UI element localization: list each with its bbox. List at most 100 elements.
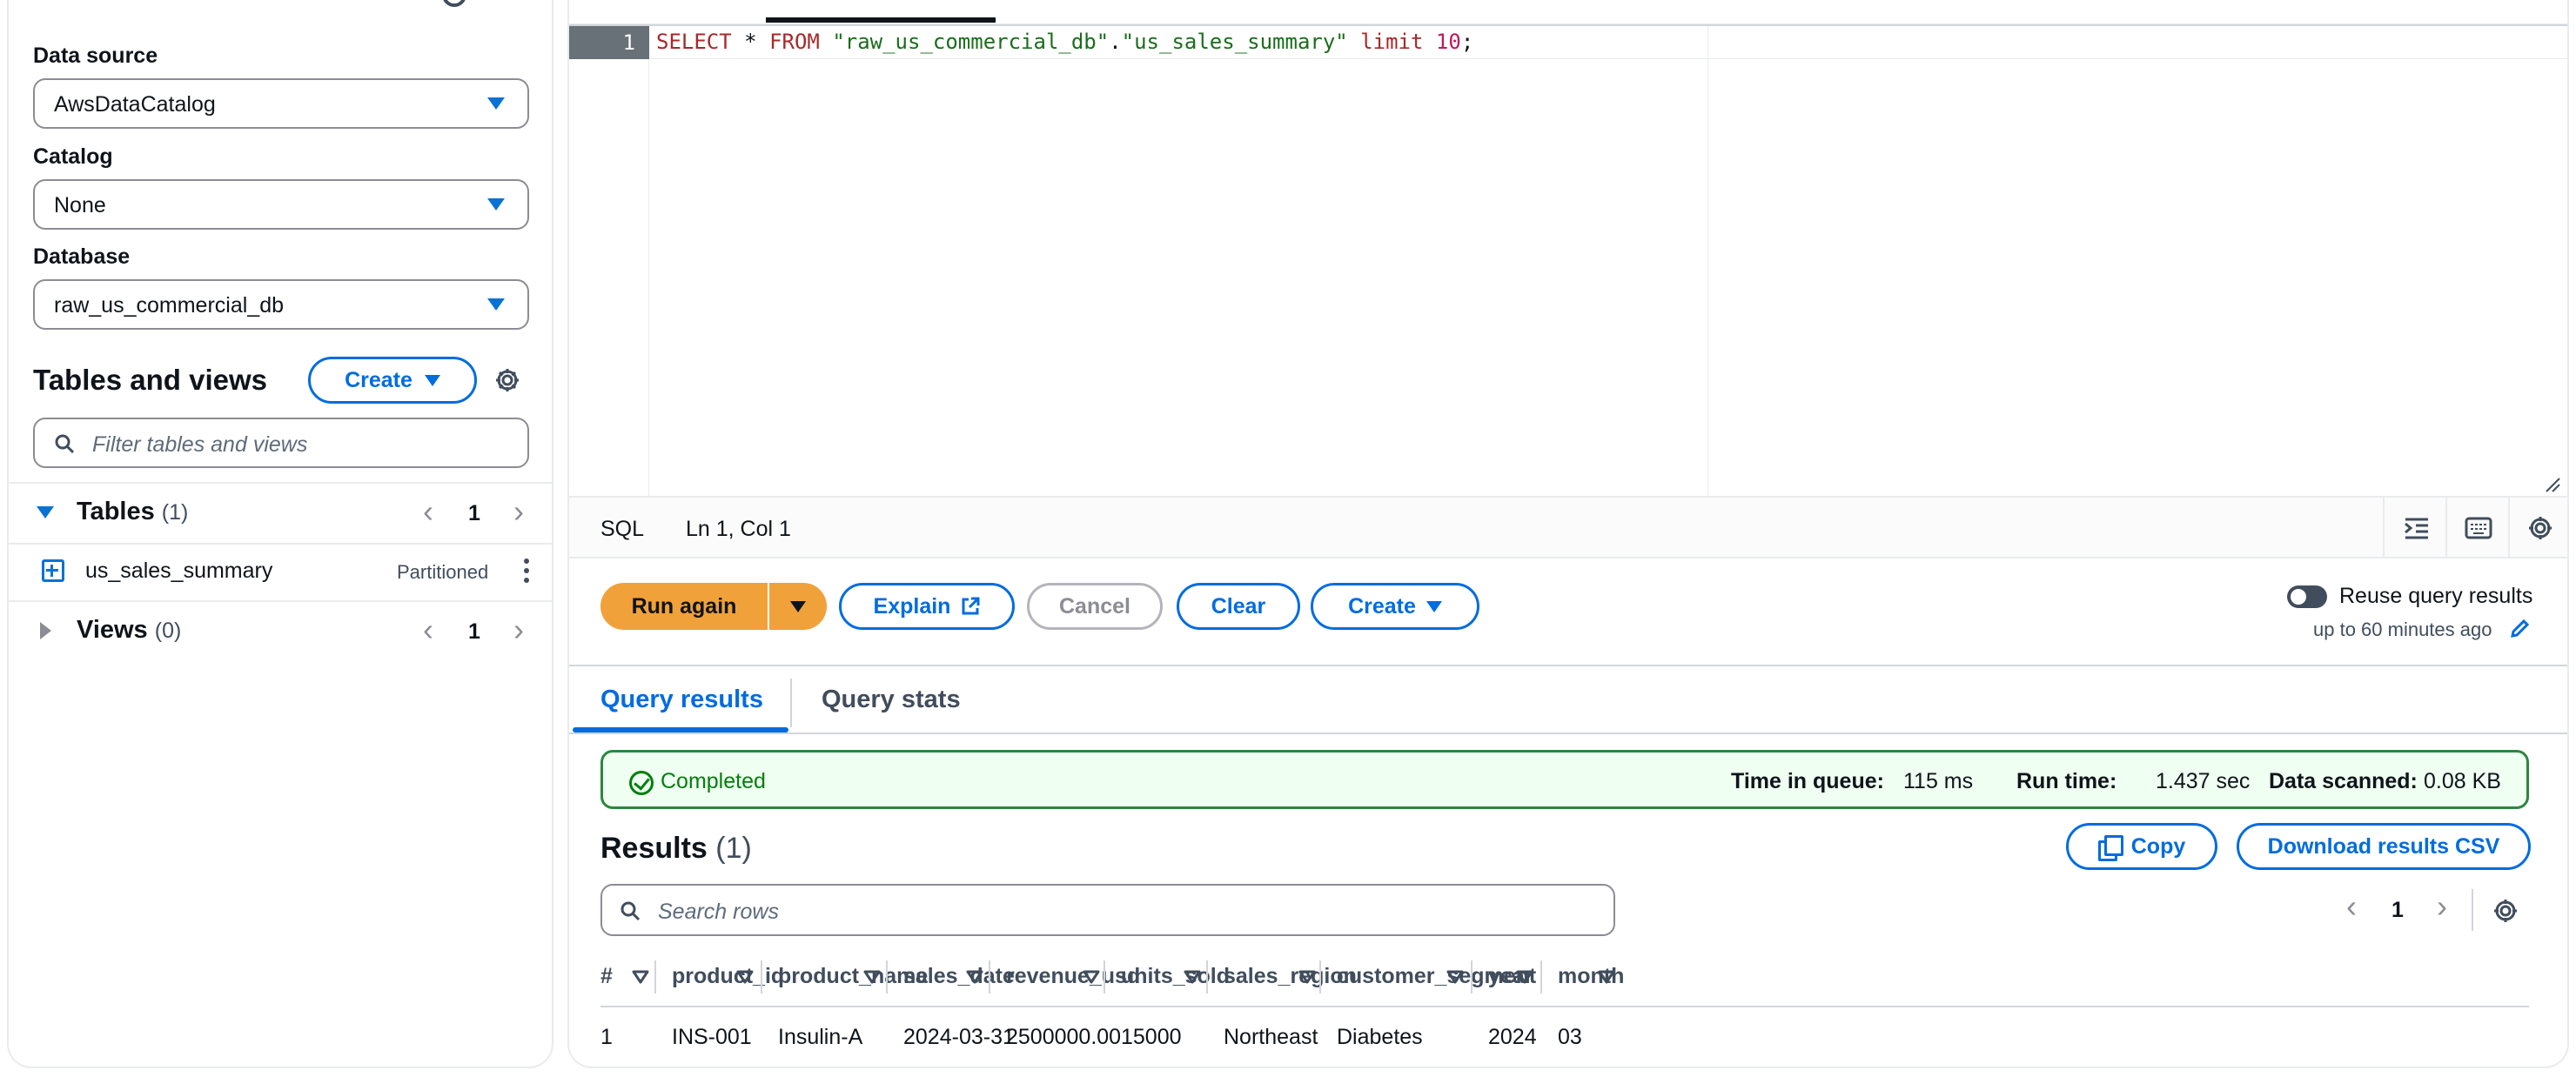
- column-separator[interactable]: [1319, 960, 1321, 993]
- divider: [9, 600, 552, 602]
- explain-button[interactable]: Explain: [839, 583, 1015, 630]
- sort-icon[interactable]: [632, 968, 649, 986]
- catalog-select[interactable]: None: [33, 179, 529, 230]
- column-separator[interactable]: [1104, 960, 1105, 993]
- table-cell: Diabetes: [1337, 1025, 1423, 1049]
- sort-icon[interactable]: [1083, 968, 1100, 986]
- sql-token: "raw_us_commercial_db": [832, 30, 1110, 54]
- keyboard-shortcuts-button[interactable]: [2445, 498, 2508, 557]
- table-cell: 15000: [1121, 1025, 1182, 1049]
- column-separator[interactable]: [1540, 960, 1542, 993]
- sql-query-editor[interactable]: SELECT * FROM "raw_us_commercial_db"."us…: [656, 30, 1473, 54]
- format-query-button[interactable]: [2383, 498, 2445, 557]
- download-results-csv-button[interactable]: Download results CSV: [2237, 823, 2531, 870]
- chevron-left-icon[interactable]: ‹: [2346, 891, 2357, 922]
- search-icon: [621, 901, 641, 921]
- reuse-query-results-label: Reuse query results: [2339, 584, 2533, 608]
- external-link-icon: [962, 597, 980, 615]
- column-header-index[interactable]: #: [600, 964, 613, 989]
- column-separator[interactable]: [1206, 960, 1208, 993]
- sql-token: ;: [1460, 30, 1474, 54]
- expand-table-icon[interactable]: [42, 559, 64, 582]
- database-select[interactable]: raw_us_commercial_db: [33, 279, 529, 330]
- filter-placeholder: Filter tables and views: [92, 432, 308, 457]
- views-section-title[interactable]: Views (0): [77, 616, 181, 645]
- sort-icon[interactable]: [1516, 968, 1533, 986]
- table-cell: 2024-03-31: [903, 1025, 1015, 1049]
- sort-icon[interactable]: [863, 968, 881, 986]
- print-margin: [1707, 26, 1708, 496]
- divider: [790, 679, 792, 727]
- table-settings-gear-icon[interactable]: [2492, 898, 2519, 924]
- sort-icon[interactable]: [1598, 968, 1615, 986]
- sort-icon[interactable]: [736, 968, 754, 986]
- expand-tables-icon[interactable]: [37, 506, 54, 518]
- create-button[interactable]: Create: [1311, 583, 1479, 630]
- catalog-label: Catalog: [33, 144, 113, 169]
- data-source-select[interactable]: AwsDataCatalog: [33, 78, 529, 129]
- column-separator[interactable]: [1471, 960, 1472, 993]
- create-table-button[interactable]: Create: [308, 357, 477, 404]
- views-count: (0): [154, 619, 182, 643]
- column-header-product-id[interactable]: product_id: [672, 964, 784, 989]
- chevron-left-icon[interactable]: ‹: [423, 614, 433, 646]
- edit-pencil-icon[interactable]: [2510, 618, 2531, 639]
- chevron-right-icon[interactable]: ›: [513, 614, 524, 646]
- tab-query-stats[interactable]: Query stats: [822, 686, 961, 714]
- table-cell: Insulin-A: [778, 1025, 863, 1049]
- tables-and-views-heading: Tables and views: [33, 364, 267, 396]
- run-again-button[interactable]: Run again: [600, 583, 768, 630]
- catalog-value: None: [54, 193, 106, 217]
- editor-settings-button[interactable]: [2508, 498, 2567, 557]
- status-cursor-position: Ln 1, Col 1: [686, 517, 791, 541]
- clear-label: Clear: [1211, 593, 1266, 619]
- expand-views-icon[interactable]: [40, 622, 51, 639]
- sort-icon[interactable]: [1184, 968, 1201, 986]
- chevron-left-icon[interactable]: ‹: [423, 496, 433, 527]
- column-separator[interactable]: [654, 960, 656, 993]
- tab-query-results[interactable]: Query results: [600, 686, 763, 714]
- column-separator[interactable]: [989, 960, 990, 993]
- views-title: Views: [77, 616, 148, 644]
- caret-down-icon: [424, 374, 440, 386]
- line-gutter: [569, 26, 649, 496]
- filter-tables-input[interactable]: Filter tables and views: [33, 418, 529, 468]
- table-item-us-sales-summary[interactable]: us_sales_summary: [85, 559, 272, 584]
- chevron-right-icon[interactable]: ›: [513, 496, 524, 527]
- tables-count: (1): [161, 500, 189, 525]
- column-separator[interactable]: [886, 960, 888, 993]
- clear-button[interactable]: Clear: [1177, 583, 1300, 630]
- views-page-number: 1: [468, 619, 480, 644]
- column-header-sales-date[interactable]: sales_date: [903, 964, 1015, 989]
- gear-icon[interactable]: [442, 0, 466, 7]
- run-options-dropdown[interactable]: [768, 583, 827, 630]
- divider: [9, 482, 552, 484]
- resize-handle-icon[interactable]: [2545, 477, 2560, 492]
- reuse-duration-text: up to 60 minutes ago: [2313, 619, 2492, 640]
- search-rows-input[interactable]: Search rows: [600, 884, 1615, 936]
- data-scanned-value: 0.08 KB: [2424, 769, 2501, 793]
- column-header-units-sold[interactable]: units_sold: [1121, 964, 1230, 989]
- reuse-query-results-toggle[interactable]: [2287, 585, 2327, 608]
- data-source-value: AwsDataCatalog: [54, 92, 216, 117]
- more-actions-icon[interactable]: [524, 559, 531, 585]
- sort-icon[interactable]: [1298, 968, 1316, 986]
- settings-gear-icon[interactable]: [494, 367, 520, 393]
- divider: [2472, 889, 2473, 931]
- column-separator[interactable]: [761, 960, 762, 993]
- table-cell: 2500000.00: [1006, 1025, 1122, 1049]
- sort-icon[interactable]: [1446, 968, 1464, 986]
- copy-button[interactable]: Copy: [2066, 823, 2217, 870]
- caret-down-icon: [487, 298, 505, 311]
- chevron-right-icon[interactable]: ›: [2437, 891, 2447, 922]
- search-rows-placeholder: Search rows: [658, 900, 779, 924]
- table-cell: Northeast: [1224, 1025, 1318, 1049]
- tables-section-title[interactable]: Tables (1): [77, 498, 188, 526]
- check-circle-icon: [629, 771, 654, 795]
- cancel-button[interactable]: Cancel: [1027, 583, 1163, 630]
- create-label: Create: [345, 367, 413, 392]
- sort-icon[interactable]: [966, 968, 983, 986]
- status-completed: Completed: [661, 769, 766, 793]
- table-cell: 03: [1558, 1025, 1582, 1049]
